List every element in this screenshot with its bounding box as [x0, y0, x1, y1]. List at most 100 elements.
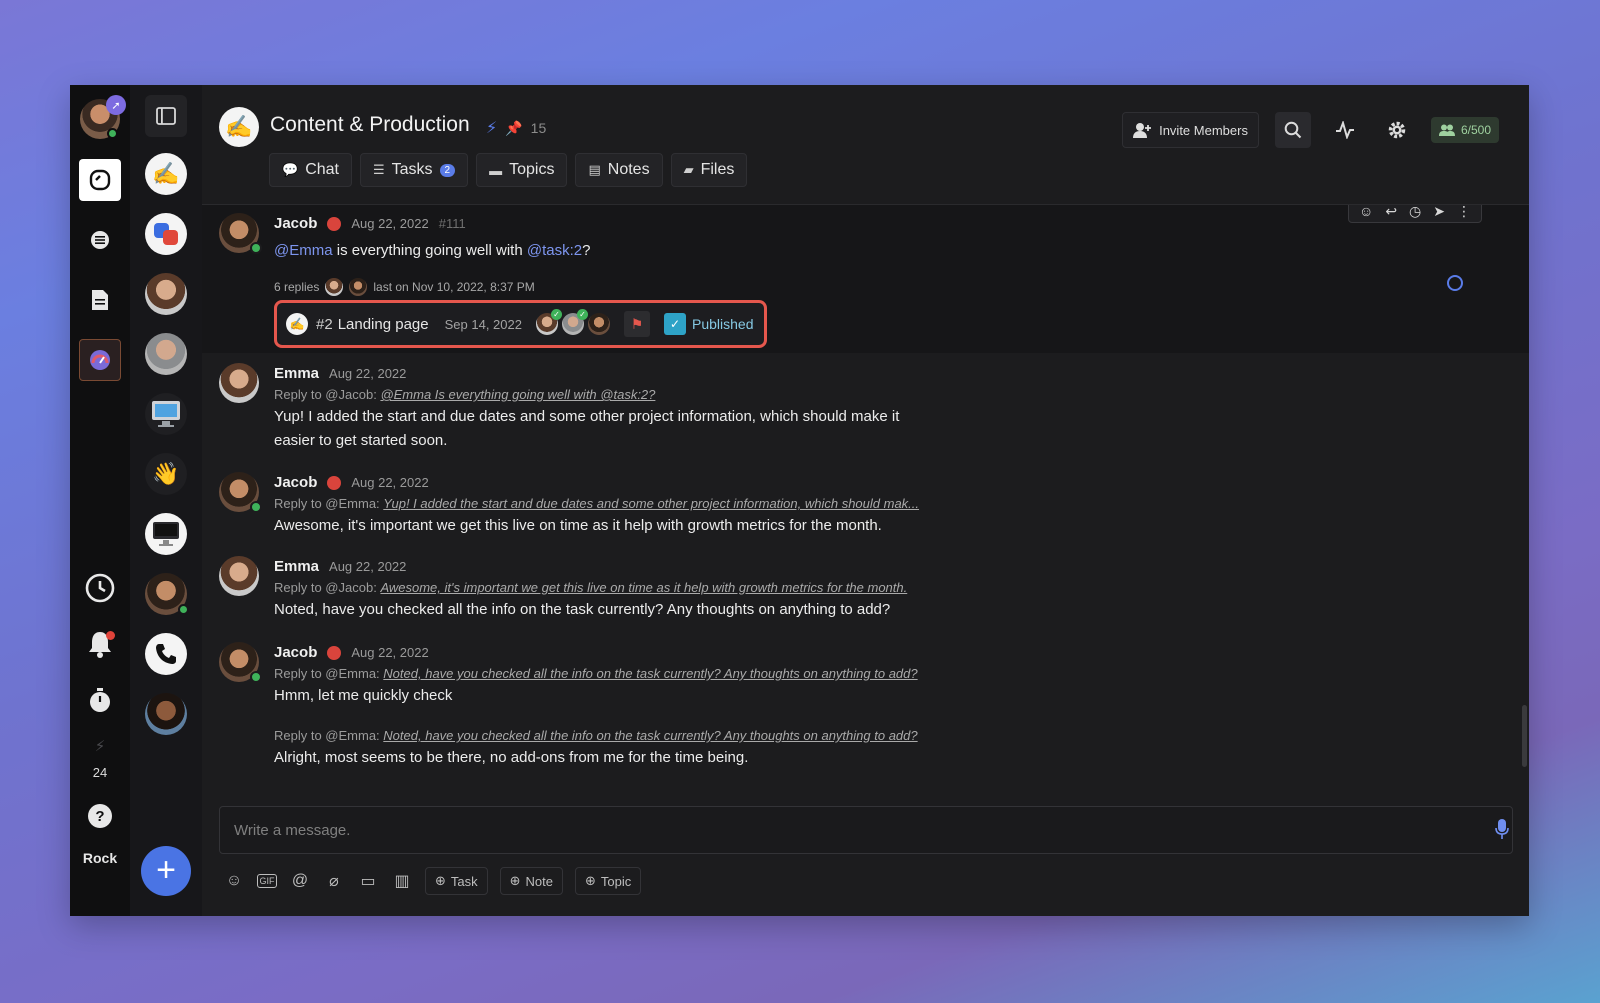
- rail-notes-button[interactable]: [79, 279, 121, 321]
- search-button[interactable]: [1274, 112, 1311, 148]
- share-icon[interactable]: ➤: [1433, 205, 1445, 220]
- rail-dashboard-button[interactable]: [79, 339, 121, 381]
- more-icon[interactable]: ⋮: [1457, 205, 1471, 220]
- activity-button[interactable]: [1327, 112, 1363, 148]
- avatar[interactable]: [219, 642, 262, 683]
- author-name[interactable]: Emma: [274, 365, 319, 382]
- add-task-button[interactable]: ⊕ Task: [425, 867, 488, 895]
- phone-icon: [156, 644, 176, 664]
- message-item[interactable]: Emma Aug 22, 2022 Reply to @Jacob: @Emma…: [202, 353, 1529, 462]
- avatar[interactable]: [219, 472, 262, 513]
- quoted-text[interactable]: Awesome, it's important we get this live…: [380, 580, 907, 595]
- gif-icon[interactable]: GIF: [257, 874, 277, 888]
- bolt-icon[interactable]: ⚡: [486, 118, 497, 138]
- tab-notes[interactable]: ▤ Notes: [575, 153, 663, 187]
- channel-dm-jacob[interactable]: [145, 573, 189, 615]
- channel-tabs: 💬 Chat ☰ Tasks 2 ▬ Topics ▤ Notes ▰ File…: [269, 153, 748, 187]
- rail-timer-button[interactable]: [79, 677, 121, 723]
- reply-reference[interactable]: Reply to @Emma: Noted, have you checked …: [274, 728, 918, 743]
- pinned-count[interactable]: 15: [531, 120, 547, 136]
- scrollbar[interactable]: [1522, 705, 1527, 767]
- avatar[interactable]: [219, 213, 262, 254]
- task-mention[interactable]: @task:2: [527, 242, 582, 259]
- message-text: Yup! I added the start and due dates and…: [274, 405, 899, 453]
- tasks-count-badge: 2: [439, 163, 456, 177]
- attachment-icon[interactable]: ⌀: [323, 871, 345, 891]
- rail-bolt-button[interactable]: ⚡: [79, 733, 121, 759]
- reply-to-label: Reply to @Jacob:: [274, 580, 377, 595]
- channel-translate[interactable]: [145, 213, 187, 255]
- task-status[interactable]: ✓ Published: [663, 312, 754, 336]
- quoted-text[interactable]: Noted, have you checked all the info on …: [383, 728, 917, 743]
- flag-icon[interactable]: ⚑: [623, 311, 650, 337]
- channel-content-production[interactable]: ✍️: [145, 153, 187, 195]
- tab-files[interactable]: ▰ Files: [670, 153, 748, 187]
- unread-ring-icon[interactable]: [1447, 275, 1463, 291]
- channel-dm-user-2[interactable]: [145, 693, 187, 735]
- rail-help-button[interactable]: ?: [79, 802, 121, 830]
- reply-reference[interactable]: Reply to @Jacob: Awesome, it's important…: [274, 580, 907, 595]
- poll-icon[interactable]: ▥: [391, 871, 413, 891]
- channel-computer[interactable]: [145, 393, 187, 435]
- author-name[interactable]: Jacob: [274, 474, 317, 491]
- tomato-icon: [327, 645, 342, 660]
- rail-history-button[interactable]: [79, 565, 121, 611]
- members-count-button[interactable]: 6/500: [1430, 117, 1499, 143]
- task-card[interactable]: ✍️ #2 Landing page Sep 14, 2022 ✓ ✓ ⚑ ✓ …: [274, 300, 767, 348]
- video-icon[interactable]: ▭: [357, 871, 379, 891]
- add-topic-button[interactable]: ⊕ Topic: [575, 867, 642, 895]
- add-note-button[interactable]: ⊕ Note: [499, 867, 564, 895]
- reply-reference[interactable]: Reply to @Emma: Noted, have you checked …: [274, 666, 918, 681]
- reply-reference[interactable]: Reply to @Jacob: @Emma Is everything goi…: [274, 387, 655, 402]
- channel-dm-user[interactable]: [145, 333, 187, 375]
- avatar: [587, 313, 610, 335]
- author-name[interactable]: Jacob: [274, 215, 317, 232]
- rail-tasks-button[interactable]: [79, 219, 121, 261]
- reply-icon[interactable]: ↩: [1385, 205, 1397, 220]
- search-icon: [1284, 121, 1302, 139]
- quoted-text[interactable]: @Emma Is everything going well with @tas…: [380, 387, 655, 402]
- status-label: Published: [691, 316, 754, 332]
- message-text: Noted, have you checked all the info on …: [274, 601, 891, 618]
- channel-desktop[interactable]: [145, 513, 187, 555]
- user-mention[interactable]: @Emma: [274, 242, 333, 259]
- check-icon: ✓: [576, 309, 588, 320]
- channel-dm-emma[interactable]: [145, 273, 187, 315]
- avatar[interactable]: [219, 363, 259, 403]
- quoted-text[interactable]: Noted, have you checked all the info on …: [383, 666, 917, 681]
- microphone-icon[interactable]: [1495, 818, 1509, 845]
- tab-topics[interactable]: ▬ Topics: [476, 153, 568, 187]
- reminder-icon[interactable]: ◷: [1409, 205, 1421, 220]
- thread-summary[interactable]: 6 replies last on Nov 10, 2022, 8:37 PM: [274, 278, 535, 296]
- chip-label: Task: [450, 873, 478, 889]
- reply-reference[interactable]: Reply to @Emma: Yup! I added the start a…: [274, 496, 919, 511]
- message-input[interactable]: Write a message.: [219, 806, 1513, 854]
- invite-members-button[interactable]: Invite Members: [1122, 112, 1259, 148]
- mention-icon[interactable]: @: [289, 872, 311, 890]
- message-item[interactable]: Jacob Aug 22, 2022 Reply to @Emma: Yup! …: [202, 462, 1529, 550]
- sidebar-toggle-button[interactable]: [145, 95, 187, 137]
- channel-calls[interactable]: [145, 633, 187, 675]
- message-placeholder: Write a message.: [234, 821, 351, 839]
- computer-icon: [152, 401, 180, 427]
- emoji-icon[interactable]: ☺: [223, 872, 245, 890]
- rail-notifications-button[interactable]: [79, 621, 121, 667]
- avatar[interactable]: [219, 556, 259, 596]
- pin-icon[interactable]: 📌: [505, 120, 522, 137]
- emoji-reaction-icon[interactable]: ☺: [1359, 205, 1373, 219]
- user-avatar[interactable]: ➚: [80, 95, 126, 139]
- tab-label: Tasks: [391, 161, 433, 178]
- tab-tasks[interactable]: ☰ Tasks 2: [359, 153, 469, 187]
- channel-hello[interactable]: 👋: [145, 453, 187, 495]
- quoted-text[interactable]: Yup! I added the start and due dates and…: [383, 496, 919, 511]
- message-item[interactable]: Emma Aug 22, 2022 Reply to @Jacob: Aweso…: [202, 548, 1529, 634]
- message-item[interactable]: Jacob Aug 22, 2022 Reply to @Emma: Noted…: [202, 634, 1529, 794]
- tab-label: Chat: [305, 161, 339, 178]
- tab-chat[interactable]: 💬 Chat: [269, 153, 352, 187]
- settings-button[interactable]: [1379, 112, 1415, 148]
- add-channel-button[interactable]: +: [141, 846, 191, 896]
- author-name[interactable]: Emma: [274, 558, 319, 575]
- message-item[interactable]: Jacob Aug 22, 2022 #111 @Emma is everyth…: [202, 205, 1529, 353]
- rail-chats-button[interactable]: [79, 159, 121, 201]
- author-name[interactable]: Jacob: [274, 644, 317, 661]
